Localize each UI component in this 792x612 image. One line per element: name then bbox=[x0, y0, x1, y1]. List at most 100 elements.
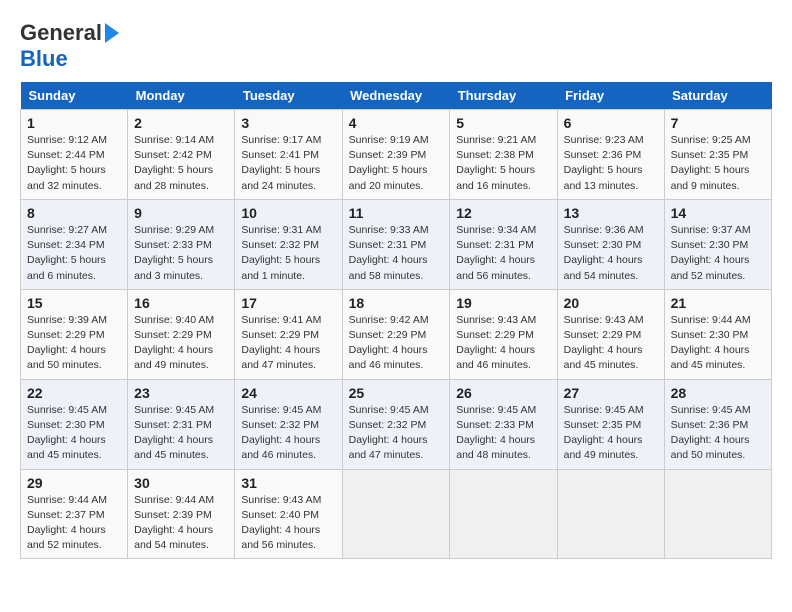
day-info: Sunrise: 9:14 AM Sunset: 2:42 PM Dayligh… bbox=[134, 133, 228, 194]
calendar-cell: 27 Sunrise: 9:45 AM Sunset: 2:35 PM Dayl… bbox=[557, 379, 664, 469]
day-info: Sunrise: 9:23 AM Sunset: 2:36 PM Dayligh… bbox=[564, 133, 658, 194]
day-number: 15 bbox=[27, 295, 121, 311]
day-of-week-header: Saturday bbox=[664, 82, 771, 110]
day-info: Sunrise: 9:19 AM Sunset: 2:39 PM Dayligh… bbox=[349, 133, 444, 194]
calendar-cell: 15 Sunrise: 9:39 AM Sunset: 2:29 PM Dayl… bbox=[21, 289, 128, 379]
day-info: Sunrise: 9:45 AM Sunset: 2:35 PM Dayligh… bbox=[564, 403, 658, 464]
day-number: 25 bbox=[349, 385, 444, 401]
day-number: 17 bbox=[241, 295, 335, 311]
day-number: 12 bbox=[456, 205, 550, 221]
day-info: Sunrise: 9:39 AM Sunset: 2:29 PM Dayligh… bbox=[27, 313, 121, 374]
calendar-cell: 31 Sunrise: 9:43 AM Sunset: 2:40 PM Dayl… bbox=[235, 469, 342, 559]
calendar-cell: 4 Sunrise: 9:19 AM Sunset: 2:39 PM Dayli… bbox=[342, 110, 450, 200]
calendar-cell: 13 Sunrise: 9:36 AM Sunset: 2:30 PM Dayl… bbox=[557, 199, 664, 289]
day-info: Sunrise: 9:45 AM Sunset: 2:33 PM Dayligh… bbox=[456, 403, 550, 464]
day-number: 3 bbox=[241, 115, 335, 131]
day-info: Sunrise: 9:43 AM Sunset: 2:40 PM Dayligh… bbox=[241, 493, 335, 554]
calendar-cell: 16 Sunrise: 9:40 AM Sunset: 2:29 PM Dayl… bbox=[128, 289, 235, 379]
calendar-cell: 21 Sunrise: 9:44 AM Sunset: 2:30 PM Dayl… bbox=[664, 289, 771, 379]
logo-blue: Blue bbox=[20, 46, 68, 72]
day-of-week-header: Monday bbox=[128, 82, 235, 110]
calendar-cell: 20 Sunrise: 9:43 AM Sunset: 2:29 PM Dayl… bbox=[557, 289, 664, 379]
calendar-week-row: 22 Sunrise: 9:45 AM Sunset: 2:30 PM Dayl… bbox=[21, 379, 772, 469]
day-number: 19 bbox=[456, 295, 550, 311]
day-number: 1 bbox=[27, 115, 121, 131]
day-info: Sunrise: 9:34 AM Sunset: 2:31 PM Dayligh… bbox=[456, 223, 550, 284]
calendar-cell: 29 Sunrise: 9:44 AM Sunset: 2:37 PM Dayl… bbox=[21, 469, 128, 559]
day-number: 31 bbox=[241, 475, 335, 491]
day-number: 27 bbox=[564, 385, 658, 401]
day-number: 18 bbox=[349, 295, 444, 311]
day-info: Sunrise: 9:17 AM Sunset: 2:41 PM Dayligh… bbox=[241, 133, 335, 194]
day-of-week-header: Sunday bbox=[21, 82, 128, 110]
calendar-week-row: 1 Sunrise: 9:12 AM Sunset: 2:44 PM Dayli… bbox=[21, 110, 772, 200]
day-number: 4 bbox=[349, 115, 444, 131]
day-info: Sunrise: 9:45 AM Sunset: 2:30 PM Dayligh… bbox=[27, 403, 121, 464]
day-info: Sunrise: 9:45 AM Sunset: 2:32 PM Dayligh… bbox=[241, 403, 335, 464]
calendar-week-row: 15 Sunrise: 9:39 AM Sunset: 2:29 PM Dayl… bbox=[21, 289, 772, 379]
day-number: 20 bbox=[564, 295, 658, 311]
calendar-week-row: 8 Sunrise: 9:27 AM Sunset: 2:34 PM Dayli… bbox=[21, 199, 772, 289]
day-info: Sunrise: 9:43 AM Sunset: 2:29 PM Dayligh… bbox=[456, 313, 550, 374]
calendar-cell bbox=[664, 469, 771, 559]
calendar-cell: 12 Sunrise: 9:34 AM Sunset: 2:31 PM Dayl… bbox=[450, 199, 557, 289]
day-number: 22 bbox=[27, 385, 121, 401]
calendar-cell: 2 Sunrise: 9:14 AM Sunset: 2:42 PM Dayli… bbox=[128, 110, 235, 200]
day-info: Sunrise: 9:25 AM Sunset: 2:35 PM Dayligh… bbox=[671, 133, 765, 194]
day-number: 2 bbox=[134, 115, 228, 131]
calendar-cell: 14 Sunrise: 9:37 AM Sunset: 2:30 PM Dayl… bbox=[664, 199, 771, 289]
day-info: Sunrise: 9:33 AM Sunset: 2:31 PM Dayligh… bbox=[349, 223, 444, 284]
page-header: General Blue bbox=[20, 20, 772, 72]
day-info: Sunrise: 9:45 AM Sunset: 2:31 PM Dayligh… bbox=[134, 403, 228, 464]
day-info: Sunrise: 9:40 AM Sunset: 2:29 PM Dayligh… bbox=[134, 313, 228, 374]
day-of-week-header: Wednesday bbox=[342, 82, 450, 110]
calendar-cell: 25 Sunrise: 9:45 AM Sunset: 2:32 PM Dayl… bbox=[342, 379, 450, 469]
logo-general: General bbox=[20, 20, 102, 46]
calendar-cell: 19 Sunrise: 9:43 AM Sunset: 2:29 PM Dayl… bbox=[450, 289, 557, 379]
day-info: Sunrise: 9:45 AM Sunset: 2:32 PM Dayligh… bbox=[349, 403, 444, 464]
calendar-cell: 26 Sunrise: 9:45 AM Sunset: 2:33 PM Dayl… bbox=[450, 379, 557, 469]
day-number: 8 bbox=[27, 205, 121, 221]
calendar-table: SundayMondayTuesdayWednesdayThursdayFrid… bbox=[20, 82, 772, 559]
day-number: 10 bbox=[241, 205, 335, 221]
calendar-cell: 24 Sunrise: 9:45 AM Sunset: 2:32 PM Dayl… bbox=[235, 379, 342, 469]
logo-arrow-icon bbox=[105, 23, 119, 43]
day-info: Sunrise: 9:36 AM Sunset: 2:30 PM Dayligh… bbox=[564, 223, 658, 284]
calendar-cell: 30 Sunrise: 9:44 AM Sunset: 2:39 PM Dayl… bbox=[128, 469, 235, 559]
day-info: Sunrise: 9:21 AM Sunset: 2:38 PM Dayligh… bbox=[456, 133, 550, 194]
calendar-cell: 6 Sunrise: 9:23 AM Sunset: 2:36 PM Dayli… bbox=[557, 110, 664, 200]
calendar-cell bbox=[557, 469, 664, 559]
day-of-week-header: Tuesday bbox=[235, 82, 342, 110]
calendar-cell bbox=[342, 469, 450, 559]
day-number: 23 bbox=[134, 385, 228, 401]
day-number: 5 bbox=[456, 115, 550, 131]
day-number: 9 bbox=[134, 205, 228, 221]
day-number: 7 bbox=[671, 115, 765, 131]
calendar-header-row: SundayMondayTuesdayWednesdayThursdayFrid… bbox=[21, 82, 772, 110]
calendar-cell bbox=[450, 469, 557, 559]
calendar-cell: 7 Sunrise: 9:25 AM Sunset: 2:35 PM Dayli… bbox=[664, 110, 771, 200]
day-info: Sunrise: 9:29 AM Sunset: 2:33 PM Dayligh… bbox=[134, 223, 228, 284]
day-number: 6 bbox=[564, 115, 658, 131]
day-info: Sunrise: 9:12 AM Sunset: 2:44 PM Dayligh… bbox=[27, 133, 121, 194]
calendar-cell: 3 Sunrise: 9:17 AM Sunset: 2:41 PM Dayli… bbox=[235, 110, 342, 200]
calendar-week-row: 29 Sunrise: 9:44 AM Sunset: 2:37 PM Dayl… bbox=[21, 469, 772, 559]
day-number: 14 bbox=[671, 205, 765, 221]
day-info: Sunrise: 9:44 AM Sunset: 2:39 PM Dayligh… bbox=[134, 493, 228, 554]
day-of-week-header: Friday bbox=[557, 82, 664, 110]
day-number: 26 bbox=[456, 385, 550, 401]
day-info: Sunrise: 9:37 AM Sunset: 2:30 PM Dayligh… bbox=[671, 223, 765, 284]
calendar-cell: 22 Sunrise: 9:45 AM Sunset: 2:30 PM Dayl… bbox=[21, 379, 128, 469]
day-number: 28 bbox=[671, 385, 765, 401]
calendar-cell: 5 Sunrise: 9:21 AM Sunset: 2:38 PM Dayli… bbox=[450, 110, 557, 200]
day-info: Sunrise: 9:27 AM Sunset: 2:34 PM Dayligh… bbox=[27, 223, 121, 284]
calendar-cell: 18 Sunrise: 9:42 AM Sunset: 2:29 PM Dayl… bbox=[342, 289, 450, 379]
day-info: Sunrise: 9:41 AM Sunset: 2:29 PM Dayligh… bbox=[241, 313, 335, 374]
day-number: 16 bbox=[134, 295, 228, 311]
day-number: 13 bbox=[564, 205, 658, 221]
day-info: Sunrise: 9:44 AM Sunset: 2:37 PM Dayligh… bbox=[27, 493, 121, 554]
day-info: Sunrise: 9:31 AM Sunset: 2:32 PM Dayligh… bbox=[241, 223, 335, 284]
calendar-cell: 10 Sunrise: 9:31 AM Sunset: 2:32 PM Dayl… bbox=[235, 199, 342, 289]
calendar-cell: 17 Sunrise: 9:41 AM Sunset: 2:29 PM Dayl… bbox=[235, 289, 342, 379]
day-info: Sunrise: 9:43 AM Sunset: 2:29 PM Dayligh… bbox=[564, 313, 658, 374]
